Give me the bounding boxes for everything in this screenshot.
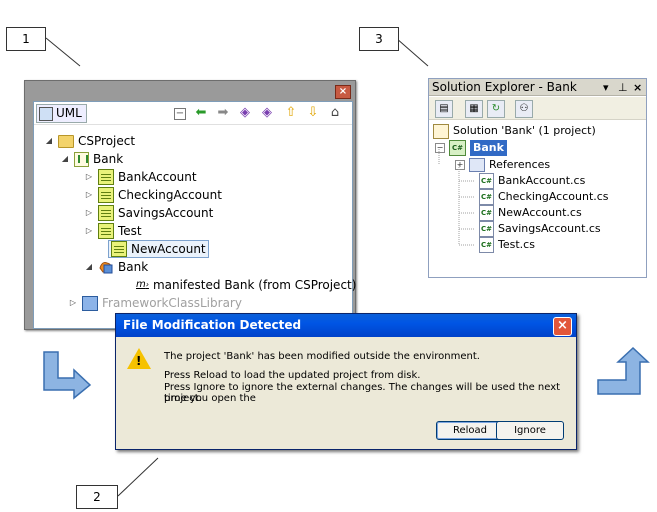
- dialog-close-button[interactable]: ×: [553, 317, 572, 336]
- manifest-prefix: m: [136, 279, 146, 290]
- solution-explorer-window: Solution Explorer - Bank ▾ ⊥ × ▤ ▦ ↻ ⚇ S…: [428, 78, 647, 278]
- link-icon[interactable]: ◈: [238, 106, 252, 120]
- class-icon: [98, 223, 114, 239]
- flow-arrow-left-icon: [40, 350, 94, 400]
- tree-item-label: CheckingAccount: [118, 188, 222, 202]
- tree-item-label: NewAccount: [131, 242, 206, 256]
- tree-item-class[interactable]: ▷ SavingsAccount: [84, 204, 213, 222]
- dialog-message-line: Press Ignore to ignore the external chan…: [164, 382, 561, 404]
- collapsed-icon[interactable]: ▷: [84, 222, 94, 240]
- uml-explorer-panel: UML − ⬅ ➡ ◈ ◈ ⇧ ⇩ ⌂ ◢ CSProject ◢ Bank ▷…: [33, 101, 356, 329]
- uml-tab[interactable]: UML: [36, 104, 87, 123]
- up-arrow-icon[interactable]: ⇧: [284, 106, 298, 120]
- class-icon: [98, 169, 114, 185]
- back-arrow-icon[interactable]: ⬅: [194, 106, 208, 120]
- dialog-message-line: The project 'Bank' has been modified out…: [164, 351, 480, 362]
- dialog-message-line: Press Reload to load the updated project…: [164, 370, 421, 381]
- tree-item-label: SavingsAccount: [118, 206, 214, 220]
- tree-item-component[interactable]: ◢ Bank: [84, 258, 148, 276]
- callout-1: 1: [6, 27, 46, 51]
- reload-button[interactable]: Reload: [436, 421, 504, 440]
- tree-item-project[interactable]: ◢ CSProject: [44, 132, 135, 150]
- package-icon: [74, 151, 89, 167]
- tree-item-label: BankAccount: [118, 170, 197, 184]
- ignore-button[interactable]: Ignore: [496, 421, 564, 440]
- folder-icon: [58, 134, 74, 148]
- uml-diagram-icon: [39, 106, 53, 121]
- manifest-icon: m›: [136, 279, 149, 290]
- ignore-label: Ignore: [514, 425, 546, 436]
- collapsed-icon[interactable]: ▷: [84, 204, 94, 222]
- forward-arrow-icon[interactable]: ➡: [216, 106, 230, 120]
- uml-window: × UML − ⬅ ➡ ◈ ◈ ⇧ ⇩ ⌂ ◢ CSProject ◢ Bank: [24, 80, 356, 330]
- tree-item-package[interactable]: ◢ Bank: [60, 150, 123, 168]
- class-icon: [98, 187, 114, 203]
- tree-item-class[interactable]: ▷ Test: [84, 222, 142, 240]
- link2-icon[interactable]: ◈: [260, 106, 274, 120]
- tree-item-label: FrameworkClassLibrary: [102, 296, 242, 310]
- collapse-icon[interactable]: −: [174, 108, 186, 120]
- collapsed-icon[interactable]: ▷: [84, 186, 94, 204]
- tree-guide-lines: [438, 149, 475, 246]
- tree-item-class[interactable]: ▷ CheckingAccount: [84, 186, 222, 204]
- down-arrow-icon[interactable]: ⇩: [306, 106, 320, 120]
- class-icon: [98, 205, 114, 221]
- callout-3-leader: [395, 37, 429, 67]
- tree-item-label: manifested Bank (from CSProject): [152, 278, 357, 292]
- library-icon: [82, 295, 98, 311]
- tree-item-label: Test: [118, 224, 142, 238]
- callout-2-leader: [117, 457, 159, 497]
- tree-item-label: Bank: [93, 152, 124, 166]
- tree-item-manifest[interactable]: m› manifested Bank (from CSProject): [136, 276, 356, 294]
- collapsed-icon[interactable]: ▷: [84, 168, 94, 186]
- tree-item-class-selected[interactable]: NewAccount: [108, 240, 209, 258]
- expanded-icon[interactable]: ◢: [44, 132, 54, 150]
- uml-close-button[interactable]: ×: [335, 85, 351, 99]
- tree-item-label: CSProject: [78, 134, 136, 148]
- component-icon: [98, 260, 114, 274]
- tree-item-class[interactable]: ▷ BankAccount: [84, 168, 197, 186]
- file-modification-dialog: File Modification Detected × ! The proje…: [115, 313, 577, 450]
- collapsed-icon[interactable]: ▷: [68, 294, 78, 312]
- reload-label: Reload: [452, 425, 488, 436]
- dialog-titlebar: File Modification Detected ×: [116, 314, 576, 337]
- uml-toolbar: UML − ⬅ ➡ ◈ ◈ ⇧ ⇩ ⌂: [34, 102, 352, 125]
- dialog-message-line: project.: [164, 393, 202, 404]
- uml-tab-label: UML: [56, 106, 82, 120]
- home-icon[interactable]: ⌂: [328, 106, 342, 120]
- callout-2: 2: [76, 485, 118, 509]
- tree-item-label: Bank: [118, 260, 149, 274]
- class-icon: [111, 241, 127, 257]
- expanded-icon[interactable]: ◢: [60, 150, 70, 168]
- callout-3: 3: [359, 27, 399, 51]
- dialog-title: File Modification Detected: [123, 318, 302, 332]
- expanded-icon[interactable]: ◢: [84, 258, 94, 276]
- tree-item-library[interactable]: ▷ FrameworkClassLibrary: [68, 294, 242, 312]
- flow-arrow-right-icon: [596, 346, 652, 398]
- callout-1-leader: [45, 37, 81, 67]
- warning-exclamation: !: [136, 354, 142, 368]
